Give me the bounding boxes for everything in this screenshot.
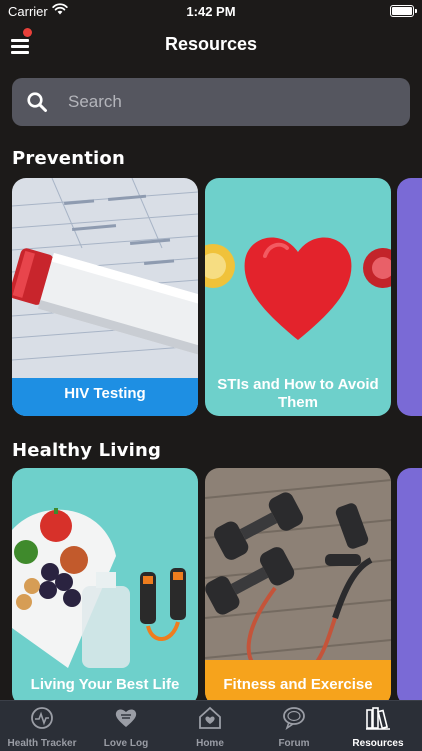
resource-card-stis[interactable]: STIs and How to Avoid Them xyxy=(205,178,391,416)
status-bar: Carrier 1:42 PM xyxy=(0,0,422,22)
next-card-peek[interactable] xyxy=(397,468,422,706)
tab-label: Home xyxy=(196,738,224,749)
resource-card-fitness[interactable]: Fitness and Exercise xyxy=(205,468,391,706)
nav-bar: Resources xyxy=(0,22,422,66)
healthy-food-weights-image xyxy=(12,468,198,706)
chat-bubble-icon xyxy=(283,707,305,730)
tab-resources[interactable]: Resources xyxy=(336,701,420,751)
tab-home[interactable]: Home xyxy=(168,701,252,751)
status-time: 1:42 PM xyxy=(186,4,236,19)
card-label: HIV Testing xyxy=(64,385,146,402)
page-title: Resources xyxy=(164,34,258,54)
card-label: Living Your Best Life xyxy=(30,676,180,693)
tab-health-tracker[interactable]: Health Tracker xyxy=(0,701,84,751)
battery-icon xyxy=(390,5,417,17)
tab-label: Health Tracker xyxy=(7,738,77,749)
home-heart-icon xyxy=(199,706,221,729)
tab-label: Forum xyxy=(278,738,310,749)
heart-chat-icon xyxy=(115,709,137,727)
search-icon xyxy=(27,92,47,112)
section-title-prevention: Prevention xyxy=(12,148,125,169)
books-icon xyxy=(366,707,390,730)
tab-love-log[interactable]: Love Log xyxy=(84,701,168,751)
tab-bar: Health Tracker Love Log Home Forum Resou… xyxy=(0,700,422,751)
tab-forum[interactable]: Forum xyxy=(252,701,336,751)
resource-card-hiv-testing[interactable]: HIV Testing xyxy=(12,178,198,416)
search-input[interactable] xyxy=(68,78,398,126)
next-card-peek[interactable] xyxy=(397,178,422,416)
search-bar[interactable] xyxy=(12,78,410,126)
tab-label: Resources xyxy=(352,738,404,749)
heart-pulse-icon xyxy=(31,707,53,729)
card-label: Fitness and Exercise xyxy=(223,676,373,693)
section-title-healthy-living: Healthy Living xyxy=(12,440,162,461)
tab-label: Love Log xyxy=(103,738,149,749)
resource-card-living-best-life[interactable]: Living Your Best Life xyxy=(12,468,198,706)
card-label: STIs and How to Avoid Them xyxy=(217,376,379,411)
